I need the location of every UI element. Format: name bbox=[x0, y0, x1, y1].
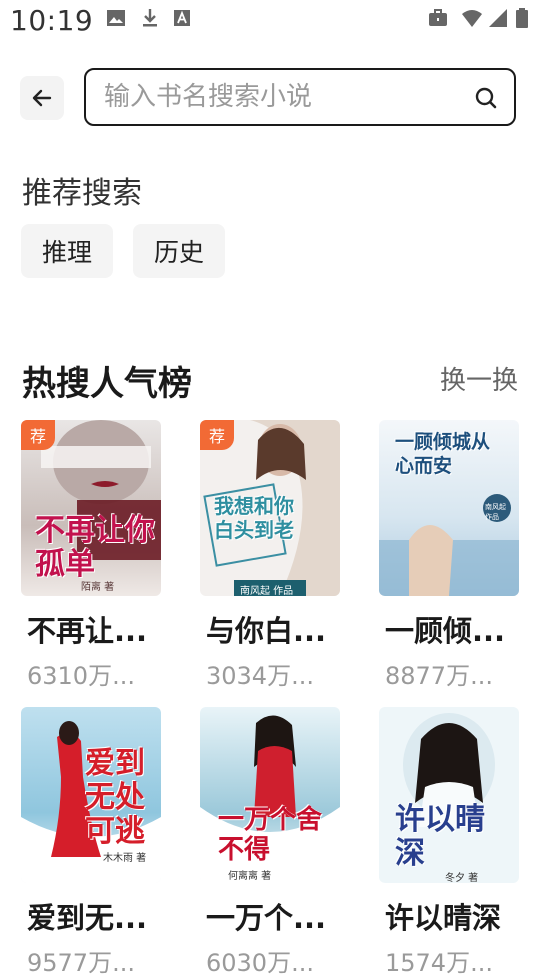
book-heat: 8877万... bbox=[385, 662, 493, 690]
cover-title-text: 我想和你白头到老 bbox=[214, 494, 294, 542]
book-title: 与你白... bbox=[206, 614, 327, 648]
book-title: 爱到无... bbox=[27, 901, 148, 935]
back-button[interactable] bbox=[20, 76, 64, 120]
book-card[interactable]: 一顾倾城从心而安 南风起 作品 一顾倾... 8877万... bbox=[379, 420, 519, 691]
download-icon bbox=[143, 9, 157, 27]
book-title: 许以晴深 bbox=[385, 901, 502, 935]
font-icon bbox=[174, 10, 190, 26]
chip-item[interactable]: 推理 bbox=[21, 224, 114, 278]
book-card[interactable]: 爱到无处可逃 木木雨 著 爱到无... 9577万... bbox=[21, 707, 161, 978]
search-box[interactable] bbox=[84, 68, 516, 126]
book-card[interactable]: 一万个舍不得 何离离 著 一万个... 6030万... bbox=[200, 707, 340, 978]
cover-title-text: 爱到无处可逃 bbox=[85, 746, 145, 849]
book-cover[interactable]: 一万个舍不得 何离离 著 bbox=[200, 707, 340, 883]
wifi-icon bbox=[462, 10, 482, 27]
book-card[interactable]: 荐 我想和你白头到老 南风起 作品 与你白... 3034万... bbox=[200, 420, 340, 691]
book-heat: 9577万... bbox=[27, 949, 135, 977]
cover-author: 冬夕 著 bbox=[445, 873, 479, 883]
book-title: 不再让... bbox=[27, 614, 148, 648]
signal-icon bbox=[489, 9, 507, 27]
refresh-button[interactable]: 换一换 bbox=[440, 360, 518, 397]
cover-title-text: 不再让你孤单 bbox=[35, 513, 155, 582]
cover-author: 南风起 作品 bbox=[485, 503, 506, 521]
briefcase-icon bbox=[429, 9, 447, 26]
cover-author: 木木雨 著 bbox=[103, 853, 147, 864]
recommend-badge: 荐 bbox=[200, 420, 234, 450]
chip-item[interactable]: 历史 bbox=[133, 224, 226, 278]
cover-author: 陌离 著 bbox=[81, 582, 115, 593]
search-input[interactable] bbox=[102, 81, 466, 113]
cover-author: 何离离 著 bbox=[228, 871, 272, 882]
book-title: 一顾倾... bbox=[385, 614, 506, 648]
hot-list-title: 热搜人气榜 bbox=[22, 364, 192, 404]
cover-title-text: 许以晴深 bbox=[395, 802, 485, 871]
book-cover[interactable]: 许以晴深 冬夕 著 bbox=[379, 707, 519, 883]
book-card[interactable]: 荐 不再让你孤单 陌离 著 不再让... 6310万... bbox=[21, 420, 161, 691]
cover-title-text: 一顾倾城从心而安 bbox=[395, 431, 491, 477]
status-time: 10:19 bbox=[10, 4, 94, 37]
recommended-title: 推荐搜索 bbox=[22, 176, 142, 211]
book-card[interactable]: 许以晴深 冬夕 著 许以晴深 1574万... bbox=[379, 707, 519, 978]
recommended-chips: 推理 历史 bbox=[21, 224, 226, 278]
book-heat: 1574万... bbox=[385, 949, 493, 977]
cover-title-text: 一万个舍不得 bbox=[218, 805, 323, 865]
book-cover[interactable]: 荐 不再让你孤单 陌离 著 bbox=[21, 420, 161, 596]
book-heat: 3034万... bbox=[206, 662, 314, 690]
recommend-badge: 荐 bbox=[21, 420, 55, 450]
search-icon[interactable] bbox=[474, 86, 498, 110]
battery-icon bbox=[516, 8, 528, 28]
cover-author: 南风起 作品 bbox=[240, 586, 294, 596]
book-cover[interactable]: 一顾倾城从心而安 南风起 作品 bbox=[379, 420, 519, 596]
book-heat: 6310万... bbox=[27, 662, 135, 690]
status-bar: 10:19 bbox=[0, 0, 540, 44]
book-cover[interactable]: 爱到无处可逃 木木雨 著 bbox=[21, 707, 161, 883]
book-heat: 6030万... bbox=[206, 949, 314, 977]
book-title: 一万个... bbox=[206, 901, 327, 935]
image-icon bbox=[107, 10, 125, 26]
arrow-left-icon bbox=[32, 89, 52, 107]
book-cover[interactable]: 荐 我想和你白头到老 南风起 作品 bbox=[200, 420, 340, 596]
